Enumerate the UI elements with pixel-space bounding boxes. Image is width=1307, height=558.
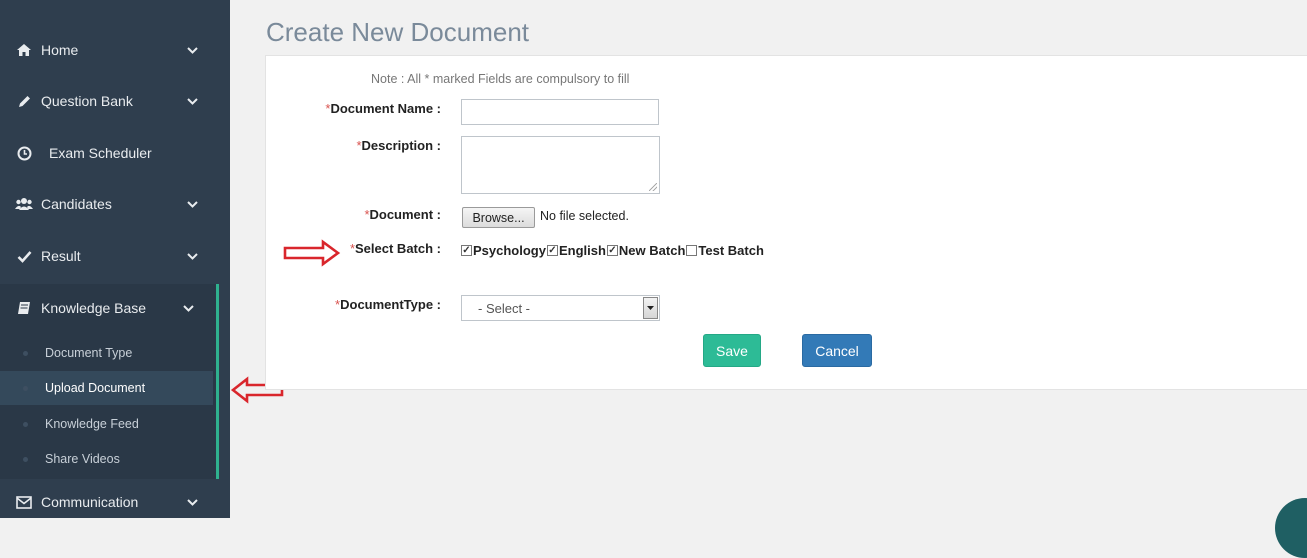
sidebar: Home Question Bank Exam Scheduler Candid… [0, 0, 230, 518]
envelope-icon [15, 493, 33, 511]
sidebar-item-label: Candidates [41, 196, 112, 212]
document-label: *Document : [364, 207, 441, 222]
document-name-label: *Document Name : [325, 101, 441, 116]
no-file-text: No file selected. [540, 209, 629, 223]
sidebar-subitem-label: Upload Document [45, 381, 146, 395]
pencil-icon [15, 92, 33, 110]
sidebar-item-communication[interactable]: Communication [0, 482, 230, 522]
select-batch-label: *Select Batch : [349, 241, 441, 256]
document-name-input[interactable] [461, 99, 659, 125]
sidebar-item-label: Home [41, 42, 79, 58]
clock-icon [15, 144, 33, 162]
sidebar-item-home[interactable]: Home [0, 30, 230, 70]
batch-checkbox-psychology[interactable]: ✓ [461, 245, 472, 256]
bullet-dot [23, 456, 28, 462]
batch-checkbox-english[interactable]: ✓ [546, 245, 558, 256]
batch-checkbox-new-batch[interactable]: ✓ [606, 245, 618, 256]
batch-label-new-batch: New Batch [618, 243, 686, 258]
batch-label-test-batch: Test Batch [698, 243, 764, 258]
book-icon [15, 299, 33, 317]
browse-button[interactable]: Browse... [462, 207, 535, 228]
sidebar-subitem-document-type[interactable]: Document Type [0, 336, 213, 370]
sidebar-item-label: Result [41, 248, 81, 264]
sidebar-item-label: Knowledge Base [41, 300, 147, 316]
sidebar-item-exam-scheduler[interactable]: Exam Scheduler [0, 133, 230, 173]
sidebar-subitem-share-videos[interactable]: Share Videos [0, 442, 213, 476]
chevron-down-icon [186, 496, 198, 508]
form-note: Note : All * marked Fields are compulsor… [371, 72, 630, 86]
home-icon [15, 41, 33, 59]
sidebar-item-question-bank[interactable]: Question Bank [0, 81, 230, 121]
sidebar-subitem-knowledge-feed[interactable]: Knowledge Feed [0, 407, 213, 441]
sidebar-subitem-label: Knowledge Feed [45, 417, 139, 431]
sidebar-subitem-upload-document[interactable]: Upload Document [0, 371, 213, 405]
sidebar-item-label: Question Bank [41, 93, 133, 109]
document-type-label: *DocumentType : [335, 297, 441, 312]
users-icon [15, 195, 33, 213]
page-title: Create New Document [266, 17, 529, 47]
chevron-down-icon [186, 95, 198, 107]
batch-checkbox-test-batch[interactable] [686, 245, 698, 256]
cancel-button[interactable]: Cancel [802, 334, 872, 367]
sidebar-item-result[interactable]: Result [0, 236, 230, 276]
document-type-selected: - Select - [478, 301, 531, 316]
sidebar-item-candidates[interactable]: Candidates [0, 184, 230, 224]
bullet-dot [23, 385, 28, 391]
save-button[interactable]: Save [703, 334, 761, 367]
description-textarea[interactable] [461, 136, 660, 194]
dropdown-arrow-icon[interactable] [643, 297, 658, 319]
batch-checkbox-group: ✓ Psychology ✓ English ✓ New Batch Test … [461, 243, 765, 258]
chevron-down-icon [186, 250, 198, 262]
sidebar-item-label: Communication [41, 494, 139, 510]
batch-label-english: English [558, 243, 606, 258]
sidebar-item-label: Exam Scheduler [49, 145, 152, 161]
chevron-down-icon [186, 198, 198, 210]
batch-label-psychology: Psychology [473, 243, 546, 258]
sidebar-item-knowledge-base[interactable]: Knowledge Base [0, 288, 216, 328]
check-icon [15, 247, 33, 265]
chevron-down-icon [186, 44, 198, 56]
description-label: *Description : [356, 138, 441, 153]
bullet-dot [23, 421, 28, 427]
document-type-select[interactable]: - Select - [461, 295, 660, 321]
floating-action-circle[interactable] [1275, 498, 1307, 558]
bullet-dot [23, 350, 28, 356]
chevron-down-icon [182, 302, 194, 314]
sidebar-subitem-label: Document Type [45, 346, 133, 360]
sidebar-subitem-label: Share Videos [45, 452, 120, 466]
resize-grip-icon[interactable] [649, 183, 657, 191]
